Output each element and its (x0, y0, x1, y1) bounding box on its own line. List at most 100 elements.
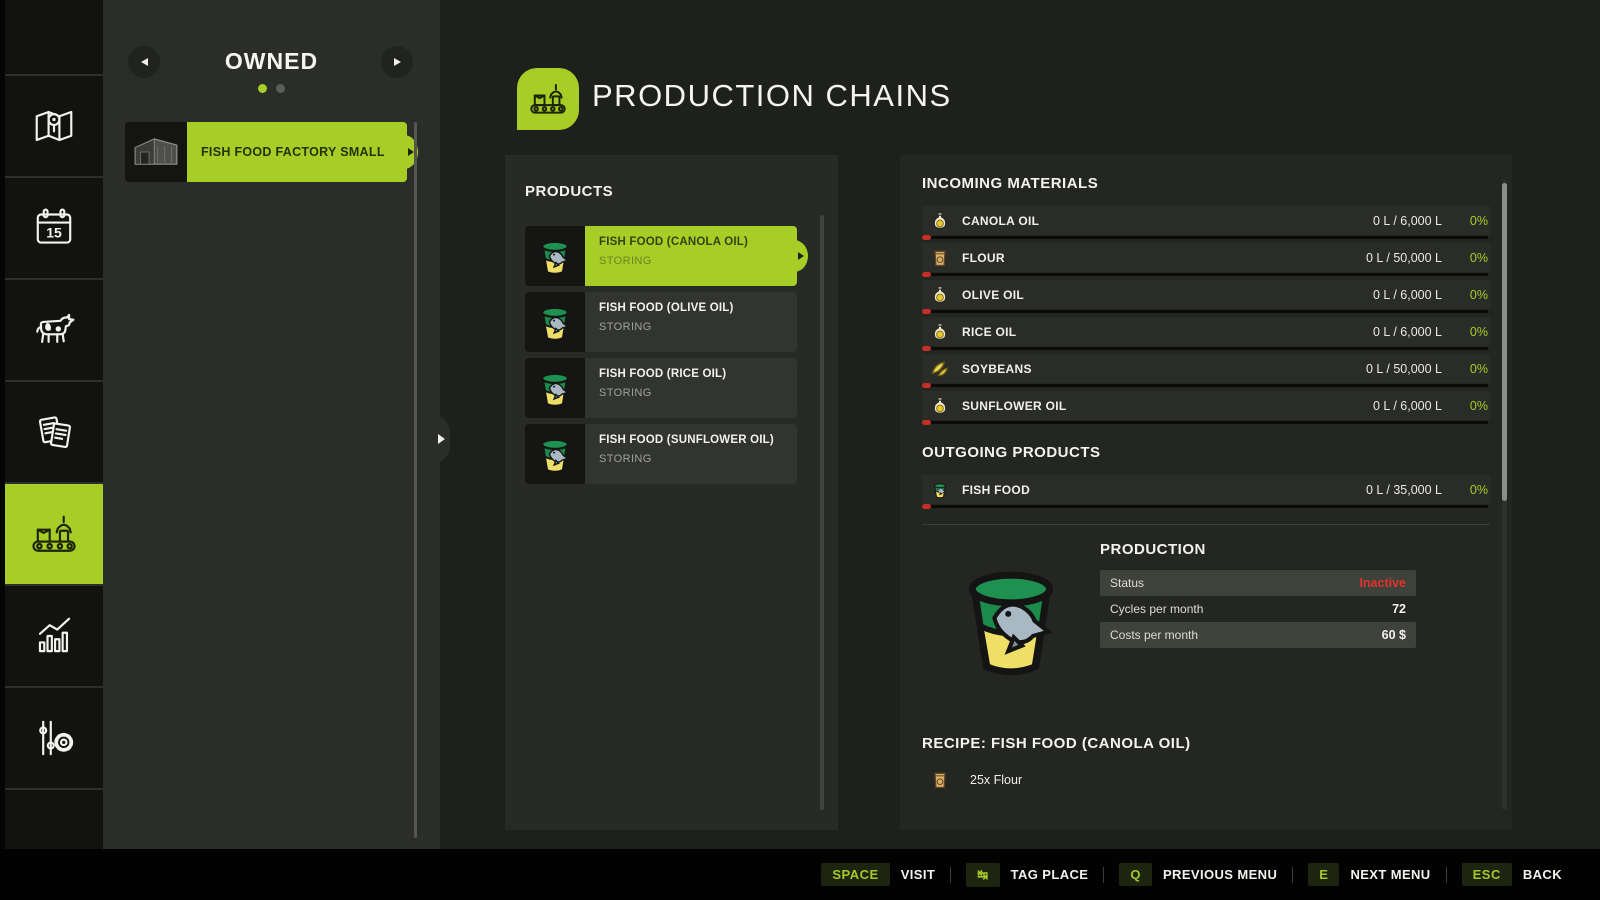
production-table-row: Costs per month 60 $ (1100, 622, 1416, 648)
material-icon (930, 480, 950, 500)
material-icon (930, 248, 950, 268)
calendar-icon: 15 (27, 201, 81, 255)
page-dot (258, 84, 267, 93)
key-hint-label: BACK (1523, 867, 1562, 882)
key-hint[interactable]: ESC BACK (1462, 863, 1562, 886)
statistics-icon (27, 609, 81, 663)
product-status: STORING (599, 321, 785, 333)
material-label: SUNFLOWER OIL (962, 399, 1067, 413)
material-row: OLIVE OIL 0 L / 6,000 L 0% (922, 280, 1490, 309)
product-item[interactable]: FISH FOOD (RICE OIL) STORING (525, 358, 797, 418)
material-label: FLOUR (962, 251, 1005, 265)
owned-scrollbar[interactable] (414, 122, 417, 838)
outgoing-products-title: OUTGOING PRODUCTS (922, 444, 1490, 461)
fish-food-bucket-image (922, 539, 1100, 687)
production-row-label: Cycles per month (1110, 602, 1203, 616)
settings-icon (27, 711, 81, 765)
material-row: CANOLA OIL 0 L / 6,000 L 0% (922, 206, 1490, 235)
production-section: PRODUCTION Status Inactive Cycles per mo… (922, 539, 1490, 687)
product-status: STORING (599, 453, 785, 465)
sidebar-item-statistics[interactable] (5, 584, 103, 686)
material-progress-bar (922, 384, 1488, 387)
product-label: FISH FOOD (CANOLA OIL) (599, 236, 785, 248)
material-label: CANOLA OIL (962, 214, 1039, 228)
sidebar-item-contracts[interactable] (5, 380, 103, 482)
material-icon (930, 359, 950, 379)
material-row: FISH FOOD 0 L / 35,000 L 0% (922, 475, 1490, 504)
material-progress-bar (922, 236, 1488, 239)
cow-icon (27, 303, 81, 357)
svg-text:15: 15 (46, 225, 62, 241)
detail-scrollbar-thumb[interactable] (1502, 183, 1507, 501)
fish-food-bucket-icon (525, 226, 585, 286)
sidebar-item-settings[interactable] (5, 686, 103, 788)
fish-food-bucket-icon (525, 292, 585, 352)
products-title: PRODUCTS (525, 183, 818, 200)
hint-separator (950, 867, 951, 883)
material-progress-bar (922, 310, 1488, 313)
material-fill-percent: 0% (1442, 214, 1488, 228)
material-fill-percent: 0% (1442, 288, 1488, 302)
products-scrollbar[interactable] (820, 215, 824, 810)
section-divider (922, 524, 1490, 525)
key-hint-label: PREVIOUS MENU (1163, 867, 1277, 882)
production-table: Status Inactive Cycles per month 72 Cost… (1100, 570, 1416, 648)
production-detail-panel: INCOMING MATERIALS CANOLA OIL 0 L / 6,00… (900, 155, 1512, 830)
key-hint-label: TAG PLACE (1011, 867, 1089, 882)
material-progress-bar (922, 421, 1488, 424)
material-icon (930, 322, 950, 342)
material-progress-marker (922, 272, 931, 277)
product-item[interactable]: FISH FOOD (CANOLA OIL) STORING (525, 226, 797, 286)
material-fill-percent: 0% (1442, 325, 1488, 339)
key-hint[interactable]: ↹ TAG PLACE (966, 863, 1088, 887)
owned-panel: OWNED FISH FOOD FACTORY SMALL (103, 0, 440, 865)
panel-expander-button[interactable] (433, 415, 450, 463)
owned-page-dots (103, 84, 440, 93)
sidebar-item-production-chains[interactable] (5, 482, 103, 584)
hint-separator (1292, 867, 1293, 883)
key-hint[interactable]: SPACE VISIT (821, 863, 935, 886)
material-progress-bar (922, 347, 1488, 350)
material-row: RICE OIL 0 L / 6,000 L 0% (922, 317, 1490, 346)
hint-separator (1446, 867, 1447, 883)
product-status: STORING (599, 255, 785, 267)
fish-food-bucket-icon (525, 358, 585, 418)
sidebar-item-calendar[interactable]: 15 (5, 176, 103, 278)
material-label: SOYBEANS (962, 362, 1032, 376)
product-label: FISH FOOD (SUNFLOWER OIL) (599, 434, 785, 446)
owned-next-button[interactable] (381, 46, 413, 78)
product-label: FISH FOOD (RICE OIL) (599, 368, 785, 380)
material-progress-marker (922, 309, 931, 314)
key-hint-label: VISIT (901, 867, 936, 882)
material-row: SOYBEANS 0 L / 50,000 L 0% (922, 354, 1490, 383)
product-list: FISH FOOD (CANOLA OIL) STORING FISH FOOD… (525, 226, 797, 484)
material-amount: 0 L / 6,000 L (1373, 399, 1442, 413)
key-badge: ↹ (966, 863, 999, 887)
production-table-row: Cycles per month 72 (1100, 596, 1416, 622)
key-hint[interactable]: E NEXT MENU (1308, 863, 1430, 886)
material-label: OLIVE OIL (962, 288, 1024, 302)
key-badge: E (1308, 863, 1339, 886)
arrow-right-icon (438, 434, 445, 444)
material-amount: 0 L / 6,000 L (1373, 325, 1442, 339)
recipe-item: 25x Flour (922, 770, 1490, 790)
material-icon (930, 396, 950, 416)
product-item[interactable]: FISH FOOD (SUNFLOWER OIL) STORING (525, 424, 797, 484)
production-row-value: Inactive (1359, 576, 1406, 590)
material-amount: 0 L / 35,000 L (1366, 483, 1442, 497)
material-row: FLOUR 0 L / 50,000 L 0% (922, 243, 1490, 272)
sidebar-item-animals[interactable] (5, 278, 103, 380)
page-header-icon-badge (517, 68, 579, 130)
material-progress-bar (922, 273, 1488, 276)
material-progress-marker (922, 383, 931, 388)
map-icon (27, 99, 81, 153)
product-item[interactable]: FISH FOOD (OLIVE OIL) STORING (525, 292, 797, 352)
sidebar-item-map[interactable] (5, 74, 103, 176)
owned-item-label: FISH FOOD FACTORY SMALL (187, 122, 407, 182)
material-label: FISH FOOD (962, 483, 1030, 497)
owned-factory-item[interactable]: FISH FOOD FACTORY SMALL (125, 122, 407, 182)
key-badge: SPACE (821, 863, 889, 886)
key-hint[interactable]: Q PREVIOUS MENU (1119, 863, 1277, 886)
material-amount: 0 L / 6,000 L (1373, 214, 1442, 228)
material-progress-marker (922, 420, 931, 425)
